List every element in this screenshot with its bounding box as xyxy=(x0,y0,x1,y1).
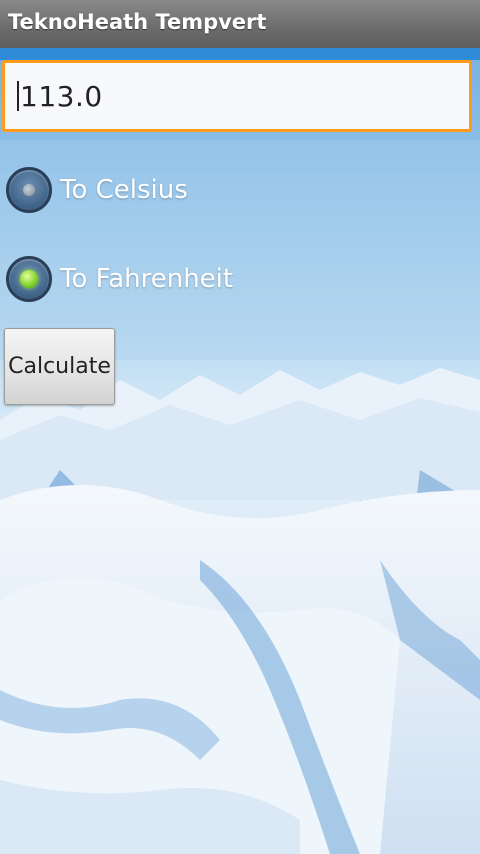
radio-button-unchecked-icon[interactable] xyxy=(6,167,52,213)
radio-label-fahrenheit[interactable]: To Fahrenheit xyxy=(60,264,233,294)
calculate-button[interactable]: Calculate xyxy=(4,328,115,405)
radio-indicator-off xyxy=(23,184,35,196)
radio-indicator-on xyxy=(20,270,38,288)
radio-to-celsius[interactable]: To Celsius xyxy=(6,162,188,218)
app-title: TeknoHeath Tempvert xyxy=(8,10,267,34)
temperature-input[interactable]: 113.0 xyxy=(2,60,472,132)
title-accent-strip xyxy=(0,48,480,60)
app-screen: TeknoHeath Tempvert 113.0 To Celsius To … xyxy=(0,0,480,854)
radio-to-fahrenheit[interactable]: To Fahrenheit xyxy=(6,251,233,307)
radio-label-celsius[interactable]: To Celsius xyxy=(60,175,188,205)
text-cursor xyxy=(17,81,19,111)
temperature-input-value: 113.0 xyxy=(20,79,103,113)
radio-button-checked-icon[interactable] xyxy=(6,256,52,302)
title-bar: TeknoHeath Tempvert xyxy=(0,0,480,49)
